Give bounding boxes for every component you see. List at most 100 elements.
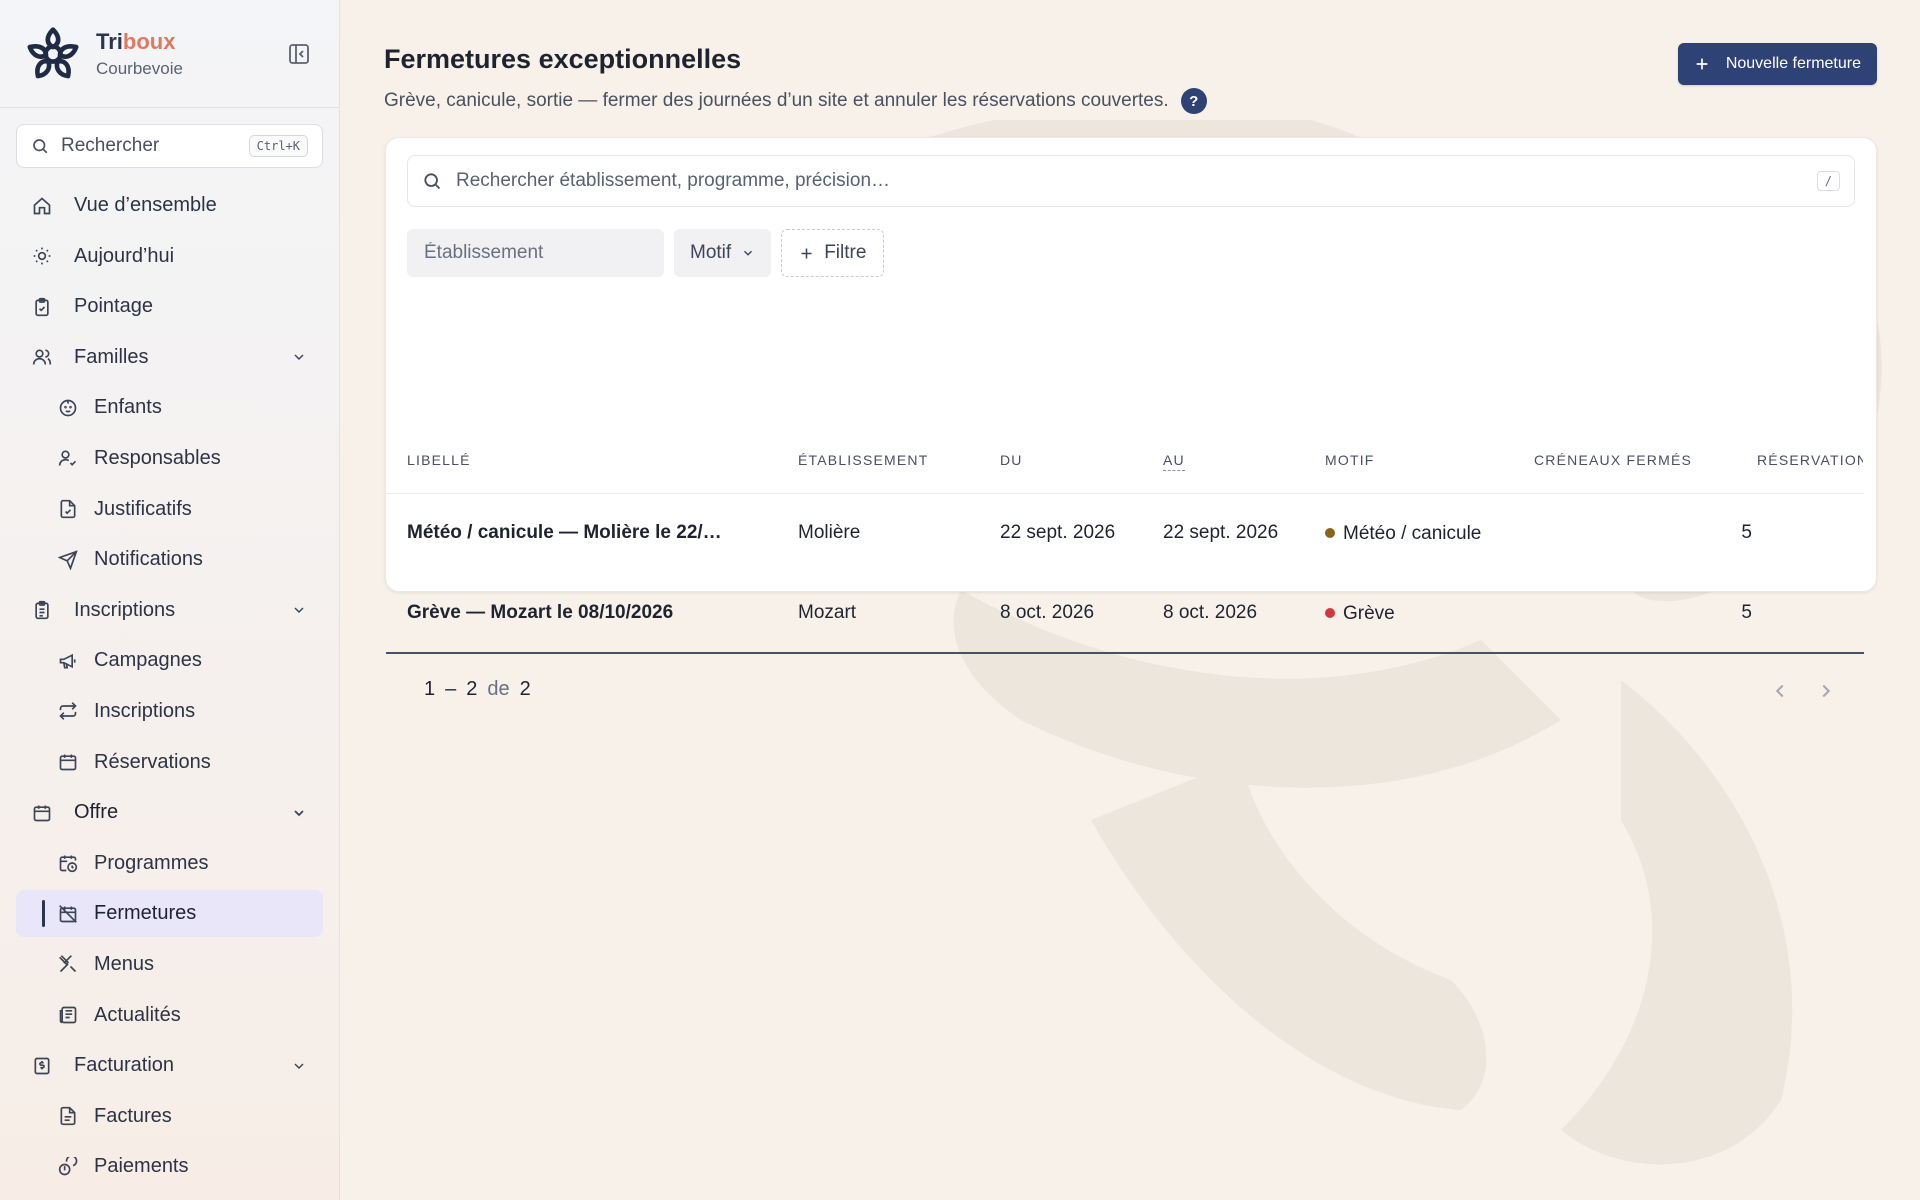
brand-name: Triboux: [96, 29, 183, 55]
cell-motif: Météo / canicule: [1325, 523, 1481, 545]
sidebar-item-pointage[interactable]: Pointage: [16, 283, 323, 330]
column-header-creneaux-fermes[interactable]: Créneaux fermés: [1534, 452, 1692, 468]
collapse-sidebar-icon[interactable]: [287, 42, 311, 66]
main-content: Fermetures exceptionnelles Grève, canicu…: [341, 0, 1920, 1200]
new-closure-button[interactable]: Nouvelle fermeture: [1677, 43, 1877, 85]
calendar-off-icon: [59, 904, 77, 923]
sidebar-item-actualites[interactable]: Actualités: [16, 992, 323, 1039]
sidebar-item-inscriptions[interactable]: Inscriptions: [16, 688, 323, 735]
sidebar-item-label: Notifications: [94, 548, 203, 571]
triboux-logo-icon: [27, 26, 79, 78]
cell-libelle: Météo / canicule — Molière le 22/…: [407, 522, 722, 543]
column-header-motif[interactable]: Motif: [1325, 452, 1375, 468]
table-row[interactable]: Grève — Mozart le 08/10/2026 Mozart 8 oc…: [386, 574, 1864, 654]
cell-creneaux: 5: [1741, 602, 1752, 623]
add-filter-button[interactable]: Filtre: [781, 229, 885, 277]
previous-page-icon[interactable]: [1769, 680, 1791, 702]
page-title: Fermetures exceptionnelles: [384, 44, 742, 74]
chevron-down-icon: [294, 810, 304, 816]
table-row[interactable]: Météo / canicule — Molière le 22/… Moliè…: [386, 494, 1864, 574]
sidebar-item-reservations[interactable]: Réservations: [16, 739, 323, 786]
table-search-shortcut: /: [1816, 171, 1840, 191]
user-check-icon: [58, 450, 77, 467]
pagination-from: 1: [424, 678, 436, 700]
sidebar-item-aujourdhui[interactable]: Aujourd’hui: [16, 233, 323, 280]
sun-icon: [33, 247, 51, 265]
table-search[interactable]: /: [407, 155, 1855, 207]
help-button[interactable]: ?: [1180, 88, 1207, 114]
sidebar-item-label: Familles: [74, 345, 149, 368]
column-header-du[interactable]: Du: [1000, 452, 1023, 468]
cell-au: 8 oct. 2026: [1163, 602, 1258, 623]
column-header-libelle[interactable]: Libellé: [407, 452, 471, 468]
cell-etablissement: Mozart: [798, 602, 857, 623]
sidebar-item-fermetures[interactable]: Fermetures: [16, 890, 323, 938]
plus-icon: [801, 248, 812, 258]
sidebar-item-label: Fermetures: [94, 902, 197, 925]
sidebar-item-vue-ensemble[interactable]: Vue d’ensemble: [16, 182, 323, 229]
megaphone-icon: [59, 653, 76, 669]
brand-header: Triboux Courbevoie: [0, 0, 339, 108]
add-filter-label: Filtre: [824, 242, 867, 263]
coins-icon: [58, 1156, 78, 1176]
motif-label: Météo / canicule: [1343, 523, 1482, 544]
newspaper-icon: [59, 1006, 77, 1024]
next-page-icon[interactable]: [1815, 680, 1837, 702]
sidebar-item-enfants[interactable]: Enfants: [16, 384, 323, 431]
sidebar-item-justificatifs[interactable]: Justificatifs: [16, 486, 323, 533]
file-text-icon: [60, 1107, 76, 1126]
sidebar-item-label: Pointage: [74, 295, 153, 318]
table-search-input[interactable]: [456, 170, 1817, 192]
calendar-clock-icon: [59, 855, 78, 873]
chevron-down-icon: [294, 354, 304, 361]
page-subtitle-text: Grève, canicule, sortie — fermer des jou…: [384, 90, 1169, 111]
sidebar-item-label: Inscriptions: [94, 699, 196, 722]
sidebar-item-menus[interactable]: Menus: [16, 941, 323, 988]
search-icon: [33, 139, 48, 154]
pagination-summary: 1 – 2 de 2: [424, 678, 531, 701]
sidebar-item-programmes[interactable]: Programmes: [16, 840, 323, 887]
column-header-au[interactable]: Au: [1163, 452, 1185, 471]
clipboard-check-icon: [35, 297, 49, 316]
sidebar-item-paiements[interactable]: Paiements: [16, 1143, 323, 1190]
sidebar-search[interactable]: Rechercher Ctrl+K: [16, 124, 323, 168]
column-header-etablissement[interactable]: Établissement: [798, 452, 928, 468]
page-subtitle: Grève, canicule, sortie — fermer des jou…: [384, 88, 1207, 114]
sidebar-item-inscriptions-group[interactable]: Inscriptions: [16, 587, 323, 634]
sidebar-item-offre[interactable]: Offre: [16, 789, 323, 836]
sidebar-item-factures[interactable]: Factures: [16, 1093, 323, 1140]
chevron-down-icon: [744, 250, 753, 256]
etablissement-filter-input[interactable]: [407, 229, 664, 277]
file-check-icon: [60, 499, 76, 519]
cell-du: 22 sept. 2026: [1000, 522, 1116, 543]
sidebar-item-label: Facturation: [74, 1054, 175, 1077]
column-header-reservations[interactable]: Réservations: [1757, 452, 1863, 468]
sidebar-item-responsables[interactable]: Responsables: [16, 435, 323, 482]
utensils-crossed-icon: [59, 955, 77, 973]
sidebar-item-label: Vue d’ensemble: [74, 194, 217, 216]
receipt-icon: [34, 1057, 50, 1074]
cell-etablissement: Molière: [798, 522, 861, 543]
new-closure-label: Nouvelle fermeture: [1725, 55, 1861, 72]
home-icon: [33, 196, 51, 214]
repeat-icon: [59, 702, 77, 721]
motif-filter-label: Motif: [690, 242, 732, 263]
users-icon: [32, 349, 52, 365]
sidebar-item-campagnes[interactable]: Campagnes: [16, 637, 323, 684]
calendar-days-icon: [33, 805, 51, 821]
motif-status-dot: [1325, 528, 1335, 538]
search-shortcut: Ctrl+K: [248, 135, 308, 157]
sidebar-item-facturation[interactable]: Facturation: [16, 1042, 323, 1089]
chevron-down-icon: [294, 1063, 304, 1069]
calendar-icon: [59, 754, 77, 771]
sidebar-item-label: Paiements: [94, 1155, 189, 1178]
brand-name-part2: boux: [122, 28, 176, 54]
sidebar-item-familles[interactable]: Familles: [16, 334, 323, 381]
brand-city: Courbevoie: [96, 58, 183, 78]
pagination-dash: –: [445, 678, 457, 700]
cell-motif: Grève: [1325, 603, 1395, 625]
sidebar-item-notifications[interactable]: Notifications: [16, 536, 323, 583]
sidebar: Triboux Courbevoie Rechercher Ctrl+K Vue…: [0, 0, 340, 1200]
motif-filter-select[interactable]: Motif: [674, 229, 772, 277]
pagination-to: 2: [466, 678, 478, 700]
